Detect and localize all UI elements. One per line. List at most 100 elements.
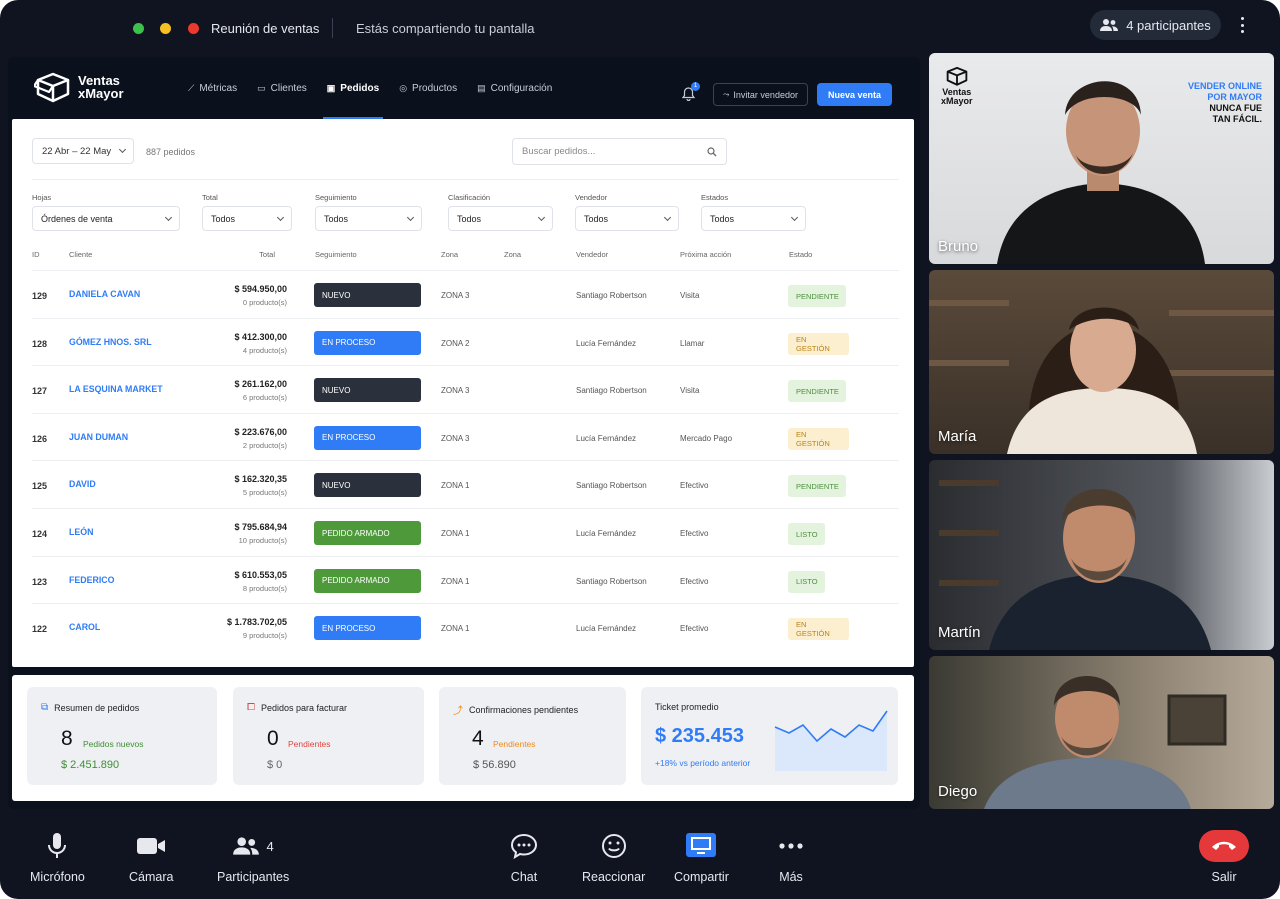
filter-select[interactable]: Todos: [701, 206, 806, 231]
camera-button[interactable]: Cámara: [129, 830, 173, 884]
invite-seller-button[interactable]: ⤳ Invitar vendedor: [713, 83, 808, 106]
summary-card-confirmations[interactable]: ⤴ Confirmaciones pendientes 4 Pendientes …: [439, 687, 626, 785]
window-dot-red[interactable]: [188, 23, 199, 34]
orders-panel: 22 Abr – 22 May 887 pedidos Buscar pedid…: [12, 119, 914, 667]
table-row[interactable]: 128 GÓMEZ HNOS. SRL $ 412.300,00 4 producto…: [32, 317, 899, 366]
invoice-amount: $ 0: [267, 759, 283, 771]
table-row[interactable]: 129 DANIELA CAVAN $ 594.950,00 0 producto(s…: [32, 270, 899, 318]
zone: ZONA 1: [441, 529, 470, 538]
leave-button[interactable]: Salir: [1199, 830, 1249, 884]
tracking-badge: NUEVO: [314, 283, 421, 307]
order-id: 125: [32, 481, 48, 492]
share-button[interactable]: Compartir: [674, 830, 729, 884]
avg-ticket-value: $ 235.453: [655, 725, 744, 747]
new-orders-amount: $ 2.451.890: [61, 759, 120, 771]
nav-clientes[interactable]: ▭ Clientes: [247, 57, 317, 119]
client-link[interactable]: LEÓN: [69, 527, 93, 537]
next-action: Visita: [680, 291, 700, 300]
invite-icon: ⤳: [723, 89, 730, 99]
hang-up-icon: [1212, 841, 1236, 850]
date-range-select[interactable]: 22 Abr – 22 May: [32, 138, 134, 164]
control-label: Salir: [1211, 870, 1237, 884]
filter-label: Estados: [701, 193, 729, 202]
participant-name: María: [938, 428, 977, 445]
people-icon: [232, 837, 259, 855]
column-header[interactable]: Zona: [504, 250, 521, 259]
filter-select[interactable]: Todos: [315, 206, 422, 231]
client-link[interactable]: JUAN DUMAN: [69, 432, 128, 442]
notifications-button[interactable]: 1: [681, 82, 700, 106]
table-row[interactable]: 127 LA ESQUINA MARKET $ 261.162,00 6 produc…: [32, 365, 899, 413]
nav-configuracion[interactable]: ▤ Configuración: [467, 57, 562, 119]
order-total: $ 795.684,94: [234, 522, 287, 532]
order-total: $ 261.162,00: [234, 379, 287, 390]
client-link[interactable]: FEDERICO: [69, 575, 114, 585]
new-orders-tag: Pedidos nuevos: [83, 739, 144, 749]
column-header[interactable]: Vendedor: [576, 250, 608, 259]
search-icon: [707, 147, 717, 157]
nav-productos[interactable]: ◎ Productos: [389, 57, 467, 119]
column-header[interactable]: Total: [259, 250, 275, 259]
filter-select[interactable]: Todos: [448, 206, 553, 231]
filter-value: Todos: [584, 213, 609, 224]
client-link[interactable]: LA ESQUINA MARKET: [69, 384, 163, 394]
window-dot-green[interactable]: [133, 23, 144, 34]
search-input[interactable]: Buscar pedidos...: [512, 138, 727, 165]
window-dot-yellow[interactable]: [160, 23, 171, 34]
confirmations-count: 4: [472, 727, 484, 750]
client-link[interactable]: CAROL: [69, 622, 100, 632]
seller: Lucía Fernández: [576, 624, 637, 634]
new-sale-button[interactable]: Nueva venta: [817, 83, 892, 106]
client-link[interactable]: DANIELA CAVAN: [69, 289, 140, 299]
filter-value: Todos: [710, 213, 735, 224]
column-header[interactable]: Cliente: [69, 250, 92, 259]
new-orders-count: 8: [61, 727, 73, 750]
nav-metricas[interactable]: ⟋ Métricas: [178, 57, 247, 119]
summary-card-invoice[interactable]: ⧠ Pedidos para facturar 0 Pendientes $ 0: [233, 687, 424, 785]
participants-count-label: 4 participantes: [1126, 17, 1211, 33]
filter-select[interactable]: Órdenes de venta: [32, 206, 180, 231]
nav-pedidos[interactable]: ▣ Pedidos: [317, 57, 389, 119]
column-header[interactable]: Estado: [789, 250, 812, 259]
more-options-icon[interactable]: [1234, 15, 1250, 35]
react-button[interactable]: Reaccionar: [582, 830, 645, 884]
control-label: Más: [779, 870, 803, 884]
participants-pill[interactable]: 4 participantes: [1090, 10, 1221, 40]
client-link[interactable]: DAVID: [69, 479, 96, 489]
video-tile-martin[interactable]: Martín: [929, 460, 1274, 650]
order-count: 887 pedidos: [146, 147, 196, 157]
video-tile-bruno[interactable]: Ventas xMayor VENDER ONLINE POR MAYOR NU…: [929, 53, 1274, 264]
product-count: 6 producto(s): [242, 393, 287, 403]
chat-button[interactable]: Chat: [510, 830, 538, 884]
summary-card-orders[interactable]: ⧉ Resumen de pedidos 8 Pedidos nuevos $ 2…: [27, 687, 217, 785]
table-row[interactable]: 124 LEÓN $ 795.684,94 10 producto(s) PEDIDO …: [32, 508, 899, 556]
invite-label: Invitar vendedor: [733, 89, 798, 100]
chevron-down-icon: [406, 213, 415, 222]
column-header[interactable]: Zona: [441, 250, 458, 259]
table-row[interactable]: 126 JUAN DUMAN $ 223.676,00 2 producto(s) EN…: [32, 412, 899, 461]
card-title: Pedidos para facturar: [261, 702, 348, 713]
sparkline-area: [775, 711, 887, 771]
table-row[interactable]: 125 DAVID $ 162.320,35 5 producto(s) NUEVO ZO…: [32, 460, 899, 508]
mic-button[interactable]: Micrófono: [30, 830, 85, 884]
zone: ZONA 1: [441, 624, 470, 634]
client-link[interactable]: GÓMEZ HNOS. SRL: [69, 337, 152, 347]
next-action: Efectivo: [680, 576, 709, 586]
seller: Lucía Fernández: [576, 433, 637, 443]
trend-icon: ⤴: [453, 706, 463, 717]
tracking-badge: EN PROCESO: [314, 616, 421, 641]
seller: Santiago Robertson: [576, 291, 647, 300]
order-id: 129: [32, 291, 48, 301]
video-tile-diego[interactable]: Diego: [929, 656, 1274, 809]
filter-select[interactable]: Todos: [202, 206, 292, 231]
participants-button[interactable]: 4 Participantes: [217, 830, 289, 884]
filter-select[interactable]: Todos: [575, 206, 679, 231]
table-row[interactable]: 123 FEDERICO $ 610.553,05 8 producto(s) PEDI…: [32, 555, 899, 604]
column-header[interactable]: Seguimiento: [315, 250, 357, 259]
summary-card-ticket[interactable]: Ticket promedio $ 235.453 +18% vs períod…: [641, 687, 898, 785]
more-button[interactable]: Más: [778, 830, 804, 884]
column-header[interactable]: Próxima acción: [680, 250, 731, 259]
table-row[interactable]: 122 CAROL $ 1.783.702,05 9 producto(s) EN PR…: [32, 603, 899, 651]
column-header[interactable]: ID: [32, 250, 40, 259]
video-tile-maria[interactable]: María: [929, 270, 1274, 454]
